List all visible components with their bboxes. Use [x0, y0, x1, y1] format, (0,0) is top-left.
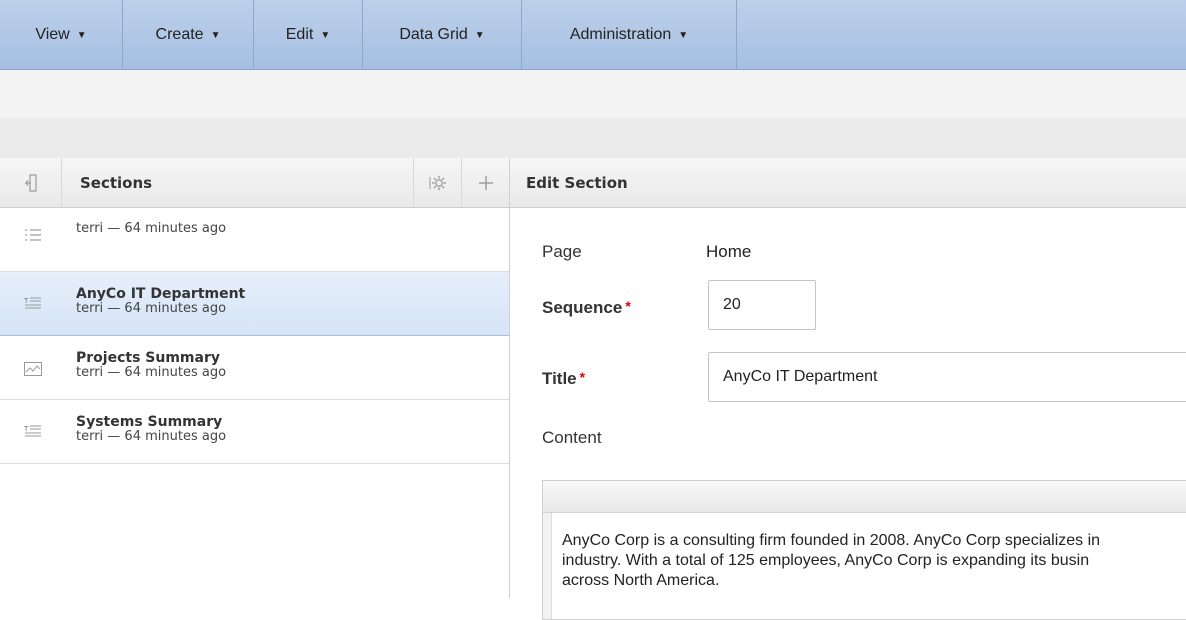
section-meta: terri — 64 minutes ago [76, 301, 227, 316]
nav-menu-administration[interactable]: Administration ▼ [522, 0, 737, 70]
section-list-item-selected[interactable]: T AnyCo IT Department terri — 64 minutes… [0, 272, 509, 336]
list-icon [25, 229, 41, 241]
section-list-item[interactable]: T Systems Summary terri — 64 minutes ago [0, 400, 509, 464]
editor-toolbar [543, 481, 1186, 513]
section-meta: terri — 64 minutes ago [76, 429, 227, 444]
collapse-panel-icon [24, 173, 37, 192]
nav-menu-view-label: View [35, 26, 70, 43]
section-name: Systems Summary [76, 414, 223, 430]
section-meta: terri — 64 minutes ago [76, 221, 227, 236]
caret-down-icon: ▼ [76, 29, 87, 41]
required-marker: * [625, 298, 631, 314]
editor-content-line: AnyCo Corp is a consulting firm founded … [562, 532, 1101, 549]
title-input-value: AnyCo IT Department [723, 368, 878, 385]
toolbar-band [0, 70, 1186, 118]
svg-text:T: T [24, 297, 29, 305]
sections-panel-header: Sections [0, 157, 509, 208]
page-value: Home [706, 242, 752, 261]
section-name: Projects Summary [76, 350, 220, 366]
page-label: Page [542, 242, 582, 261]
title-label-text: Title [542, 369, 577, 388]
caret-down-icon: ▼ [678, 29, 689, 41]
nav-menu-administration-label: Administration [569, 26, 672, 43]
top-navigation-bar: View ▼ Create ▼ Edit ▼ Data Grid ▼ Admin… [0, 0, 1186, 70]
sections-panel: Sections terri — 64 minutes ago T AnyCo … [0, 157, 510, 598]
title-label: Title * [542, 369, 585, 389]
title-input[interactable]: AnyCo IT Department [708, 352, 1186, 402]
sections-panel-title: Sections [80, 173, 153, 192]
subheader-band [0, 118, 1186, 158]
nav-menu-view[interactable]: View ▼ [0, 0, 123, 70]
section-list-item[interactable]: Projects Summary terri — 64 minutes ago [0, 336, 509, 400]
nav-menu-edit-label: Edit [285, 26, 314, 43]
sequence-input-value: 20 [723, 296, 741, 313]
sequence-input[interactable]: 20 [708, 280, 816, 330]
nav-menu-data-grid-label: Data Grid [399, 26, 468, 43]
editor-content-line: across North America. [562, 572, 720, 589]
svg-text:T: T [24, 425, 29, 433]
text-icon: T [24, 425, 41, 437]
required-marker: * [579, 369, 586, 385]
editor-content-area[interactable]: AnyCo Corp is a consulting firm founded … [551, 513, 1186, 619]
collapse-panel-button[interactable] [0, 157, 62, 208]
nav-menu-data-grid[interactable]: Data Grid ▼ [363, 0, 522, 70]
content-label: Content [542, 428, 602, 447]
nav-menu-create[interactable]: Create ▼ [123, 0, 254, 70]
sequence-label-text: Sequence [542, 298, 623, 317]
gear-icon [428, 176, 446, 190]
nav-menu-edit[interactable]: Edit ▼ [254, 0, 363, 70]
chart-icon [24, 362, 42, 376]
edit-section-title: Edit Section [526, 173, 628, 192]
editor-content-line: industry. With a total of 125 employees,… [562, 552, 1090, 569]
section-list-item[interactable]: terri — 64 minutes ago [0, 208, 509, 272]
rich-text-editor: AnyCo Corp is a consulting firm founded … [542, 480, 1186, 620]
edit-section-panel: Edit Section Page Home Sequence * 20 Titl… [510, 158, 1186, 620]
edit-section-header: Edit Section [510, 158, 1186, 208]
caret-down-icon: ▼ [320, 29, 331, 41]
text-icon: T [24, 297, 41, 309]
section-name: AnyCo IT Department [76, 286, 246, 302]
sequence-label: Sequence * [542, 298, 631, 318]
nav-menu-create-label: Create [155, 26, 204, 43]
plus-icon [478, 176, 493, 190]
section-meta: terri — 64 minutes ago [76, 365, 227, 380]
caret-down-icon: ▼ [210, 29, 221, 41]
settings-button[interactable] [413, 158, 461, 208]
caret-down-icon: ▼ [474, 29, 485, 41]
add-section-button[interactable] [461, 158, 509, 208]
